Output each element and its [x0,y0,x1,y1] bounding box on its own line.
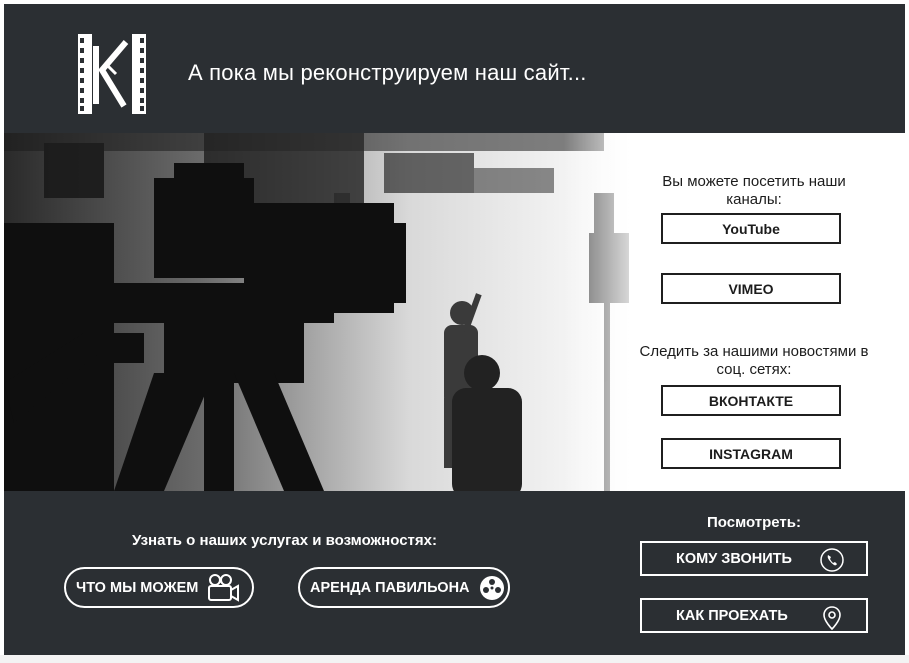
logo-icon [78,34,146,114]
social-heading: Следить за нашими новостями в соц. сетях… [639,343,869,378]
channels-heading: Вы можете посетить наши каналы: [662,173,846,208]
hero-banner: Вы можете посетить наши каналы: YouTube … [4,133,905,491]
see-heading: Посмотреть: [707,514,801,531]
services-heading: Узнать о наших услугах и возможностях: [132,532,437,549]
page-bottom-strip [0,655,909,663]
map-pin-icon [823,606,841,631]
channels-panel: Вы можете посетить наши каналы: YouTube … [634,133,874,491]
page-tagline: А пока мы реконструируем наш сайт... [188,60,587,85]
vimeo-button[interactable]: VIMEO [661,273,841,304]
page-frame: А пока мы реконструируем наш сайт... Вы … [4,4,905,655]
what-we-can-button[interactable]: ЧТО МЫ МОЖЕМ [64,567,254,608]
rent-pavilion-button[interactable]: АРЕНДА ПАВИЛЬОНА [298,567,510,608]
who-to-call-button[interactable]: КОМУ ЗВОНИТЬ [640,541,868,576]
film-reel-icon [479,575,504,600]
video-camera-icon [208,573,240,602]
rent-pavilion-label: АРЕНДА ПАВИЛЬОНА [310,579,470,596]
how-to-get-button[interactable]: КАК ПРОЕХАТЬ [640,598,868,633]
how-to-get-label: КАК ПРОЕХАТЬ [676,607,788,624]
instagram-button[interactable]: INSTAGRAM [661,438,841,469]
vkontakte-button[interactable]: ВКОНТАКТЕ [661,385,841,416]
youtube-button[interactable]: YouTube [661,213,841,244]
what-we-can-label: ЧТО МЫ МОЖЕМ [76,579,199,596]
who-to-call-label: КОМУ ЗВОНИТЬ [676,550,792,567]
phone-icon [820,548,844,572]
